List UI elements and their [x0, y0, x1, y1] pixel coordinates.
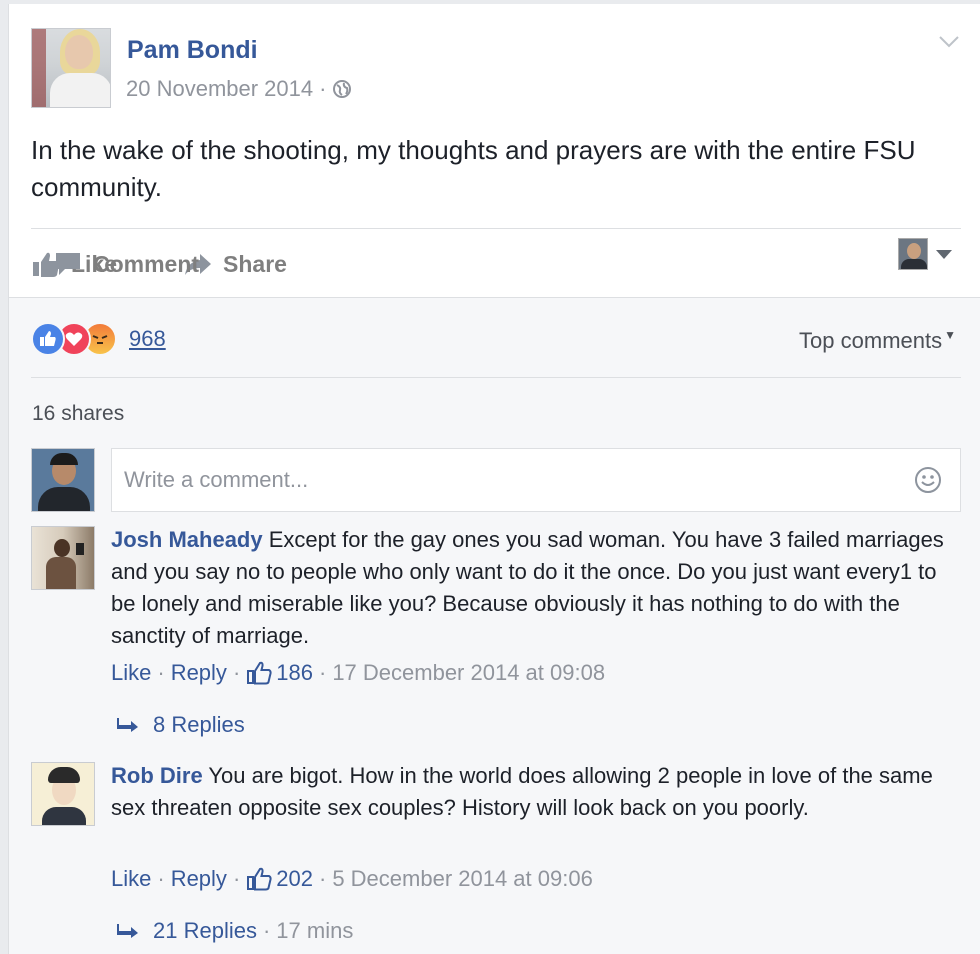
comment-like-count[interactable]: 202 [276, 866, 313, 892]
comment-timestamp[interactable]: 17 December 2014 at 09:08 [332, 660, 605, 686]
author-avatar[interactable] [31, 28, 111, 108]
replies-count: 8 Replies [153, 712, 245, 737]
viewer-avatar [898, 238, 928, 270]
comment-input[interactable]: Write a comment... [111, 448, 961, 512]
comment-reply-link[interactable]: Reply [171, 660, 227, 686]
caret-down-icon: ▼ [944, 328, 956, 342]
comment-like-link[interactable]: Like [111, 866, 151, 892]
comment-sort-dropdown[interactable]: Top comments ▼ [799, 328, 956, 354]
thumbs-up-outline-icon [247, 661, 272, 685]
post-meta: 20 November 2014 · [126, 76, 352, 102]
post-author-name[interactable]: Pam Bondi [127, 36, 258, 65]
comment-button[interactable]: Comment [53, 250, 980, 278]
sort-label: Top comments [799, 328, 943, 353]
caret-down-icon [936, 249, 952, 259]
comment-icon [56, 253, 80, 275]
replies-count: 21 Replies [153, 918, 257, 943]
globe-icon[interactable] [332, 79, 352, 99]
comment-body: Josh Maheady Except for the gay ones you… [111, 524, 951, 652]
comment-meta: Like · Reply · 202 · 5 December 2014 at … [111, 866, 593, 892]
view-replies-link[interactable]: 21 Replies · 17 mins [117, 918, 353, 944]
reply-arrow-icon [117, 924, 138, 938]
comment-placeholder: Write a comment... [124, 467, 309, 492]
post-action-bar: Like Comment Share [31, 244, 961, 284]
comment-like-link[interactable]: Like [111, 660, 151, 686]
replies-separator: · [262, 918, 271, 943]
comment-meta: Like · Reply · 186 · 17 December 2014 at… [111, 660, 606, 686]
post-text: In the wake of the shooting, my thoughts… [31, 135, 916, 202]
comment-timestamp[interactable]: 5 December 2014 at 09:06 [332, 866, 593, 892]
thumbs-up-outline-icon [247, 867, 272, 891]
view-replies-link[interactable]: 8 Replies [117, 712, 245, 738]
emoji-icon[interactable] [914, 466, 942, 494]
commenter-avatar[interactable] [31, 526, 95, 590]
comment-item: Rob Dire You are bigot. How in the world… [31, 762, 961, 952]
chevron-down-icon[interactable] [938, 34, 960, 50]
comment-item: Josh Maheady Except for the gay ones you… [31, 526, 961, 746]
comment-body: Rob Dire You are bigot. How in the world… [111, 760, 951, 824]
like-reaction-icon [31, 322, 65, 356]
divider [31, 228, 961, 229]
post-card: Pam Bondi 20 November 2014 · In the wake… [8, 4, 980, 954]
reaction-count[interactable]: 968 [129, 326, 166, 352]
replies-time: 17 mins [276, 918, 354, 943]
reply-arrow-icon [117, 718, 138, 732]
comment-label: Comment [93, 250, 200, 277]
meta-separator: · [319, 76, 327, 101]
shares-count[interactable]: 16 shares [32, 402, 124, 426]
commenter-avatar[interactable] [31, 762, 95, 826]
comment-like-count[interactable]: 186 [276, 660, 313, 686]
reactions-summary[interactable]: 968 [31, 322, 166, 356]
divider [31, 377, 961, 378]
comment-text: You are bigot. How in the world does all… [111, 763, 933, 820]
post-date[interactable]: 20 November 2014 [126, 76, 313, 102]
viewer-avatar [31, 448, 95, 512]
commenter-name[interactable]: Rob Dire [111, 763, 203, 788]
post-as-selector[interactable] [898, 238, 952, 270]
commenter-name[interactable]: Josh Maheady [111, 527, 263, 552]
comment-reply-link[interactable]: Reply [171, 866, 227, 892]
